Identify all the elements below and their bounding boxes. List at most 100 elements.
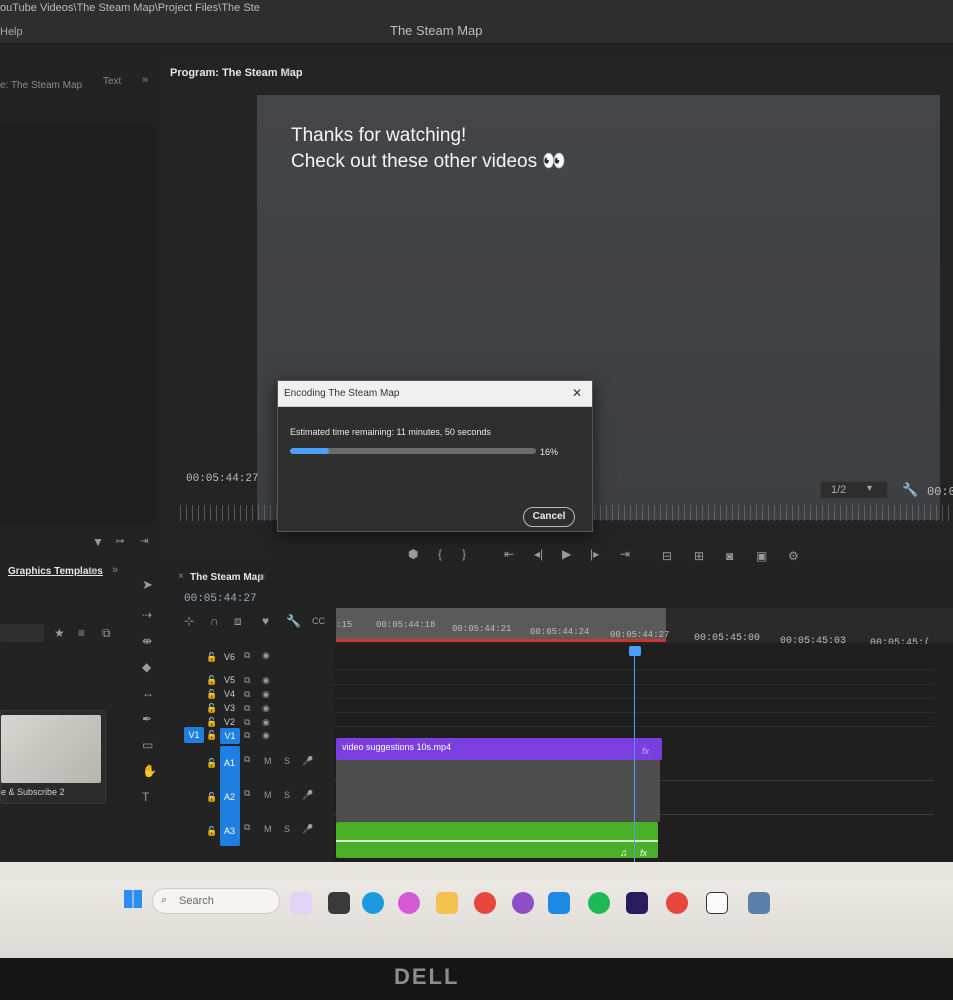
eye-icon[interactable]: ◉ <box>262 703 270 714</box>
timeline-close-button[interactable]: × <box>178 571 184 582</box>
file-explorer-icon[interactable] <box>436 892 458 914</box>
lift-icon[interactable]: ⊟ <box>662 549 672 563</box>
sync-lock-icon[interactable]: ⧉ <box>244 689 250 700</box>
rectangle-tool-icon[interactable]: ▭ <box>142 738 153 752</box>
wrench-icon[interactable]: 🔧 <box>902 483 918 497</box>
timeline-panel-menu[interactable]: ≡ <box>258 570 265 584</box>
pen-tool-icon[interactable]: ✒ <box>142 712 152 726</box>
track-select-icon[interactable]: ⇢ <box>142 608 152 622</box>
task-view-icon[interactable] <box>328 892 350 914</box>
sync-lock-icon[interactable]: ⧉ <box>244 822 250 833</box>
eye-icon[interactable]: ◉ <box>262 730 270 741</box>
tab-source[interactable]: e: The Steam Map <box>0 80 82 91</box>
sync-lock-icon[interactable]: ⧉ <box>244 788 250 799</box>
go-to-out-icon[interactable]: ⇥ <box>620 547 630 561</box>
lock-icon[interactable]: 🔓 <box>206 717 217 728</box>
lock-icon[interactable]: 🔓 <box>206 652 217 663</box>
eye-icon[interactable]: ◉ <box>262 689 270 700</box>
star-icon[interactable]: ★ <box>54 626 65 640</box>
mark-out-icon[interactable]: } <box>462 547 466 561</box>
graphics-panel-menu[interactable]: ≡ <box>88 564 95 578</box>
new-folder-icon[interactable]: ⧉ <box>102 626 111 640</box>
comparison-view-icon[interactable]: ▣ <box>756 549 767 563</box>
sync-lock-icon[interactable]: ⧉ <box>244 675 250 686</box>
captions-icon[interactable]: CC <box>312 614 325 628</box>
mute-button[interactable]: M <box>264 824 272 834</box>
selection-tool-icon[interactable]: ➤ <box>142 578 153 592</box>
microphone-icon[interactable]: 🎤 <box>302 790 313 801</box>
sync-lock-icon[interactable]: ⧉ <box>244 717 250 728</box>
sync-lock-icon[interactable]: ⧉ <box>244 754 250 765</box>
export-icon[interactable]: ⇥ <box>140 535 148 549</box>
microphone-icon[interactable]: 🎤 <box>302 824 313 835</box>
eye-icon[interactable]: ◉ <box>262 675 270 686</box>
spotify-icon[interactable] <box>588 892 610 914</box>
lock-icon[interactable]: 🔓 <box>206 826 217 837</box>
tab-program[interactable]: Program: The Steam Map <box>170 67 303 79</box>
taskbar-search-box[interactable]: ⌕ Search <box>152 888 280 914</box>
track-target-v1[interactable]: V1 <box>220 728 240 744</box>
snap-icon[interactable]: ∩ <box>210 614 219 628</box>
sync-lock-icon[interactable]: ⧉ <box>244 730 250 741</box>
filter-icon[interactable]: ▼ <box>92 535 104 549</box>
lock-icon[interactable]: 🔓 <box>206 675 217 686</box>
lock-icon[interactable]: 🔓 <box>206 730 217 741</box>
mark-in-icon[interactable]: { <box>438 547 442 561</box>
program-timecode[interactable]: 00:05:44:27 <box>186 473 259 485</box>
windows-start-icon[interactable] <box>124 890 142 908</box>
cancel-button[interactable]: Cancel <box>523 507 575 527</box>
audio-clip[interactable]: ♫ fx <box>336 822 658 859</box>
chrome-icon[interactable] <box>474 892 496 914</box>
tab-text[interactable]: Text <box>103 76 121 87</box>
sync-lock-icon[interactable]: ⧉ <box>244 650 250 661</box>
widgets-icon[interactable] <box>290 892 312 914</box>
github-desktop-icon[interactable] <box>512 892 534 914</box>
lock-icon[interactable]: 🔓 <box>206 792 217 803</box>
mute-button[interactable]: M <box>264 756 272 766</box>
program-panel-menu[interactable]: ≡ <box>284 65 291 79</box>
template-search-input[interactable] <box>0 624 44 642</box>
copilot-icon[interactable] <box>398 892 420 914</box>
nest-icon[interactable]: ⊹ <box>184 614 194 628</box>
razor-icon[interactable]: ◆ <box>142 660 151 674</box>
add-marker-icon[interactable]: ⬢ <box>408 547 418 561</box>
panel-overflow-button[interactable]: » <box>142 74 148 86</box>
notion-icon[interactable] <box>706 892 728 914</box>
solo-button[interactable]: S <box>284 790 290 800</box>
slip-tool-icon[interactable]: ↔ <box>142 686 154 700</box>
source-patch-v1[interactable]: V1 <box>184 727 204 743</box>
solo-button[interactable]: S <box>284 756 290 766</box>
timeline-timecode[interactable]: 00:05:44:27 <box>184 593 257 605</box>
premiere-pro-icon[interactable] <box>626 892 648 914</box>
mute-button[interactable]: M <box>264 790 272 800</box>
list-icon[interactable]: ≡ <box>78 626 85 640</box>
settings-icon[interactable]: ⚙ <box>788 549 799 563</box>
linked-selection-icon[interactable]: ⧈ <box>234 614 242 628</box>
play-icon[interactable]: ▶ <box>562 547 571 561</box>
marker-icon[interactable]: ♥ <box>262 614 269 628</box>
type-tool-icon[interactable]: T <box>142 790 149 804</box>
solo-button[interactable]: S <box>284 824 290 834</box>
lock-icon[interactable]: 🔓 <box>206 703 217 714</box>
template-thumbnail[interactable]: e & Subscribe 2 <box>0 710 106 804</box>
vscode-icon[interactable] <box>548 892 570 914</box>
lock-icon[interactable]: 🔓 <box>206 758 217 769</box>
step-forward-icon[interactable]: |▸ <box>590 547 599 561</box>
camera-icon[interactable]: ◙ <box>726 549 733 563</box>
eye-icon[interactable]: ◉ <box>262 650 270 661</box>
edge-icon[interactable] <box>362 892 384 914</box>
lock-icon[interactable]: 🔓 <box>206 689 217 700</box>
tab-timeline[interactable]: The Steam Map <box>190 572 263 583</box>
insert-icon[interactable]: ↦ <box>116 535 124 549</box>
close-icon[interactable]: ✕ <box>572 386 582 400</box>
sync-lock-icon[interactable]: ⧉ <box>244 703 250 714</box>
go-to-in-icon[interactable]: ⇤ <box>504 547 514 561</box>
extract-icon[interactable]: ⊞ <box>694 549 704 563</box>
video-clip[interactable]: video suggestions 10s.mp4 fx <box>336 738 662 760</box>
wrench-settings-icon[interactable]: 🔧 <box>286 614 301 628</box>
chrome-profile-icon[interactable] <box>666 892 688 914</box>
graphics-panel-overflow[interactable]: » <box>112 564 118 576</box>
calculator-icon[interactable] <box>748 892 770 914</box>
microphone-icon[interactable]: 🎤 <box>302 756 313 767</box>
hand-tool-icon[interactable]: ✋ <box>142 764 157 778</box>
